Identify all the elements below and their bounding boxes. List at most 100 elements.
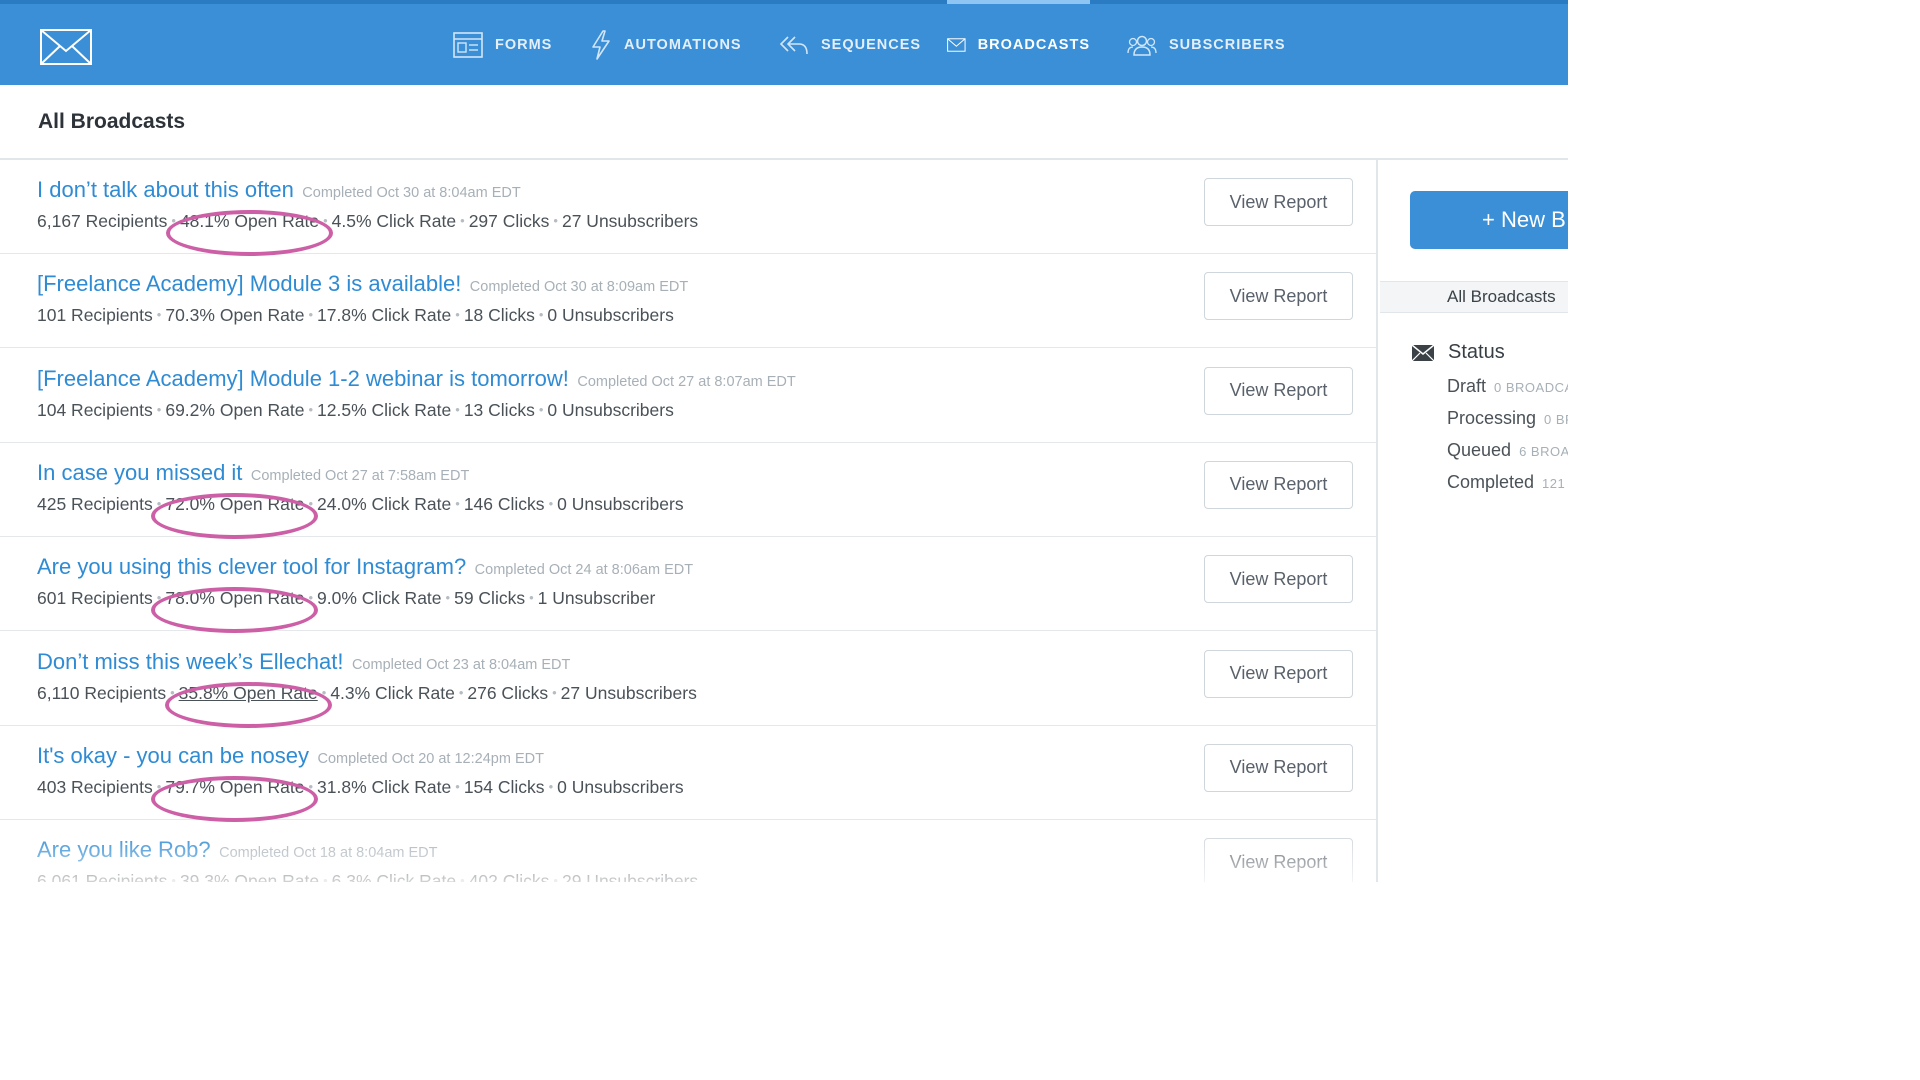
open-rate[interactable]: 35.8% Open Rate (179, 683, 318, 703)
broadcast-title-link[interactable]: [Freelance Academy] Module 1-2 webinar i… (37, 366, 569, 391)
recipients-count: 104 Recipients (37, 399, 153, 420)
nav-sequences[interactable]: SEQUENCES (779, 4, 921, 85)
broadcast-stats: 601 Recipients • 78.0% Open Rate • 9.0% Clic… (37, 588, 655, 609)
broadcast-title-line: Are you like Rob? Completed Oct 18 at 8:… (37, 837, 438, 863)
separator-dot: • (308, 307, 314, 323)
unsubscribers-count: 0 Unsubscribers (557, 776, 684, 797)
broadcast-list: I don’t talk about this often Completed … (0, 160, 1378, 882)
click-rate: 4.5% Click Rate (331, 211, 457, 231)
click-rate: 12.5% Click Rate (317, 399, 452, 420)
broadcast-status: Completed Oct 23 at 8:04am EDT (351, 656, 571, 673)
separator-dot: • (156, 495, 162, 511)
nav-forms[interactable]: FORMS (453, 4, 552, 85)
status-completed[interactable]: Completed 121 BROADCASTS (1447, 472, 1568, 493)
top-navigation: FORMS AUTOMATIONS SEQUENCES BROADCASTS S… (0, 0, 1568, 85)
status-heading: Status (1412, 341, 1505, 364)
separator-dot: • (308, 590, 314, 606)
open-rate[interactable]: 69.2% Open Rate (165, 400, 304, 420)
click-rate: 6.3% Click Rate (331, 871, 457, 882)
view-report-button[interactable]: View Report (1204, 743, 1353, 792)
unsubscribers-count: 0 Unsubscribers (547, 399, 674, 420)
broadcast-title-line: In case you missed it Completed Oct 27 a… (37, 460, 469, 486)
recipients-count: 403 Recipients (37, 776, 153, 797)
broadcast-title-link[interactable]: It's okay - you can be nosey (37, 743, 309, 768)
broadcast-stats: 104 Recipients • 69.2% Open Rate • 12.5% Cli… (37, 400, 674, 421)
view-report-button[interactable]: View Report (1204, 460, 1353, 509)
page-title: All Broadcasts (38, 110, 186, 133)
broadcast-title-link[interactable]: Are you using this clever tool for Insta… (37, 554, 466, 579)
nav-automations-label: AUTOMATIONS (624, 36, 742, 53)
broadcast-stats: 101 Recipients • 70.3% Open Rate • 17.8% Cli… (37, 305, 674, 326)
separator-dot: • (170, 684, 175, 700)
click-rate: 24.0% Click Rate (317, 493, 452, 514)
status-heading-label: Status (1448, 341, 1505, 363)
broadcast-title-link[interactable]: Don’t miss this week’s Ellechat! (37, 649, 344, 674)
open-rate[interactable]: 78.0% Open Rate (165, 588, 304, 608)
envelope-logo[interactable] (40, 29, 92, 65)
status-processing[interactable]: Processing 0 BROADCASTS (1447, 408, 1568, 429)
users-icon (1127, 35, 1157, 56)
unsubscribers-count: 0 Unsubscribers (557, 493, 684, 514)
clicks-count: 146 Clicks (463, 493, 545, 514)
click-rate: 31.8% Click Rate (317, 776, 452, 797)
forms-icon (453, 31, 483, 58)
recipients-count: 601 Recipients (37, 588, 153, 609)
unsubscribers-count: 27 Unsubscribers (560, 682, 697, 703)
separator-dot: • (308, 778, 314, 794)
view-report-button[interactable]: View Report (1204, 366, 1353, 415)
broadcast-title-link[interactable]: [Freelance Academy] Module 3 is availabl… (37, 271, 461, 296)
nav-subscribers-label: SUBSCRIBERS (1169, 36, 1286, 53)
broadcast-status: Completed Oct 30 at 8:09am EDT (469, 279, 689, 296)
sidebar-item-all-broadcasts[interactable]: All Broadcasts (1380, 281, 1568, 313)
broadcast-title-link[interactable]: I don’t talk about this often (37, 177, 294, 202)
separator-dot: • (323, 873, 328, 882)
unsubscribers-count: 0 Unsubscribers (547, 305, 674, 326)
broadcast-title-line: Don’t miss this week’s Ellechat! Complet… (37, 649, 570, 675)
view-report-button[interactable]: View Report (1204, 838, 1353, 882)
nav-sequences-label: SEQUENCES (821, 36, 922, 53)
open-rate[interactable]: 39.3% Open Rate (180, 871, 319, 882)
separator-dot: • (156, 401, 162, 417)
nav-forms-label: FORMS (495, 36, 553, 53)
broadcast-stats: 425 Recipients • 72.0% Open Rate • 24.0% Cli… (37, 494, 684, 515)
nav-broadcasts[interactable]: BROADCASTS (947, 0, 1090, 85)
separator-dot: • (156, 778, 162, 794)
separator-dot: • (455, 401, 460, 417)
nav-broadcasts-label: BROADCASTS (977, 36, 1090, 53)
broadcast-title-link[interactable]: Are you like Rob? (37, 837, 211, 862)
view-report-button[interactable]: View Report (1204, 272, 1353, 321)
envelope-icon (1412, 344, 1434, 361)
unsubscribers-count: 29 Unsubscribers (561, 871, 699, 882)
open-rate[interactable]: 79.7% Open Rate (165, 777, 304, 797)
broadcast-status: Completed Oct 27 at 8:07am EDT (577, 373, 796, 390)
view-report-button[interactable]: View Report (1204, 649, 1353, 698)
broadcast-status: Completed Oct 30 at 8:04am EDT (302, 185, 521, 201)
separator-dot: • (553, 213, 558, 228)
open-rate[interactable]: 48.1% Open Rate (180, 211, 319, 231)
broadcast-title-line: Are you using this clever tool for Insta… (37, 554, 693, 580)
open-rate[interactable]: 72.0% Open Rate (165, 494, 304, 514)
broadcast-row: [Freelance Academy] Module 1-2 webinar i… (0, 349, 1376, 443)
new-broadcast-button[interactable]: + New B (1410, 191, 1568, 249)
separator-dot: • (156, 307, 162, 323)
status-count: 6 BROADCASTS (1519, 444, 1568, 459)
status-count: 0 BROADCASTS (1494, 380, 1568, 395)
status-label: Completed (1447, 472, 1535, 492)
clicks-count: 59 Clicks (454, 588, 526, 609)
broadcast-row: In case you missed it Completed Oct 27 a… (0, 443, 1376, 539)
separator-dot: • (460, 873, 465, 882)
view-report-button[interactable]: View Report (1204, 178, 1353, 226)
view-report-button[interactable]: View Report (1204, 555, 1353, 604)
open-rate[interactable]: 70.3% Open Rate (165, 305, 304, 325)
separator-dot: • (321, 684, 327, 700)
broadcast-row: [Freelance Academy] Module 3 is availabl… (0, 254, 1376, 349)
envelope-icon (947, 37, 966, 52)
status-label: Queued (1447, 440, 1512, 460)
recipients-count: 6,167 Recipients (37, 211, 168, 231)
click-rate: 17.8% Click Rate (317, 305, 452, 326)
nav-subscribers[interactable]: SUBSCRIBERS (1127, 4, 1286, 85)
status-queued[interactable]: Queued 6 BROADCASTS (1447, 440, 1568, 461)
broadcast-title-link[interactable]: In case you missed it (37, 460, 242, 485)
status-draft[interactable]: Draft 0 BROADCASTS (1447, 376, 1568, 397)
nav-automations[interactable]: AUTOMATIONS (590, 4, 742, 85)
